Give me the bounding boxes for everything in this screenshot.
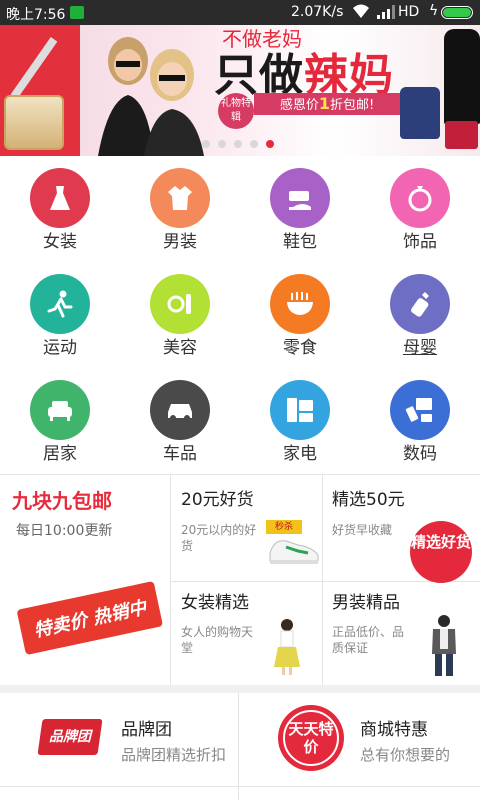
category-label: 运动 bbox=[43, 338, 77, 358]
category-shoes-bags[interactable]: 鞋包 bbox=[240, 156, 360, 262]
tile-title: 男装精品 bbox=[332, 593, 400, 613]
hd-indicator: HD bbox=[398, 4, 420, 20]
carousel-dot[interactable] bbox=[202, 140, 210, 148]
selected-goods-seal: 精选好货 bbox=[410, 521, 472, 583]
signal-icon bbox=[377, 5, 395, 19]
shirt-icon bbox=[150, 168, 210, 228]
daily-special-seal: 天天特价 bbox=[278, 705, 344, 771]
carousel-dot[interactable] bbox=[250, 140, 258, 148]
charging-icon: ϟ bbox=[429, 3, 439, 19]
tile-subtitle: 正品低价、品质保证 bbox=[332, 625, 405, 655]
category-label: 女装 bbox=[43, 232, 77, 252]
dress-icon bbox=[30, 168, 90, 228]
digital-icon bbox=[390, 380, 450, 440]
brand-group-title: 品牌团 bbox=[121, 720, 172, 740]
brand-group-subtitle: 品牌团精选折扣 bbox=[121, 746, 227, 764]
brand-group-card[interactable]: 品牌团 品牌团精选折扣 bbox=[0, 693, 238, 800]
heater-image bbox=[4, 95, 64, 150]
promo-prefix: 感恩价 bbox=[279, 98, 319, 113]
category-label: 居家 bbox=[43, 444, 77, 464]
baby-bottle-icon bbox=[390, 274, 450, 334]
mall-deals-title: 商城特惠 bbox=[360, 720, 428, 740]
carousel-dot[interactable] bbox=[218, 140, 226, 148]
accessory-icon bbox=[390, 168, 450, 228]
network-speed: 2.07K/s bbox=[291, 4, 344, 20]
runner-icon bbox=[30, 274, 90, 334]
man-model-image bbox=[432, 615, 456, 676]
tile-title: 精选50元 bbox=[332, 490, 405, 510]
tile-title: 女装精选 bbox=[181, 593, 249, 613]
wifi-icon bbox=[353, 4, 369, 18]
category-label: 车品 bbox=[163, 444, 197, 464]
carousel-dot[interactable] bbox=[234, 140, 242, 148]
category-womens[interactable]: 女装 bbox=[0, 156, 120, 262]
category-baby[interactable]: 母婴 bbox=[360, 262, 480, 368]
category-label: 鞋包 bbox=[283, 232, 317, 252]
category-label: 零食 bbox=[283, 338, 317, 358]
category-label: 饰品 bbox=[403, 232, 437, 252]
appliance-icon bbox=[270, 380, 330, 440]
category-digital[interactable]: 数码 bbox=[360, 368, 480, 474]
category-snacks[interactable]: 零食 bbox=[240, 262, 360, 368]
status-time: 晚上7:56 bbox=[6, 7, 66, 23]
gift-tag: 礼物特辑 bbox=[218, 93, 254, 129]
lock-icon bbox=[70, 6, 84, 19]
category-label: 美容 bbox=[163, 338, 197, 358]
tile-subtitle: 20元以内的好货 bbox=[181, 523, 257, 553]
promo-suffix: 折包邮! bbox=[329, 98, 375, 113]
woman-model-image bbox=[274, 619, 300, 675]
dress-image bbox=[444, 29, 480, 124]
battery-icon bbox=[441, 6, 473, 19]
category-label: 数码 bbox=[403, 444, 437, 464]
tile-title: 20元好货 bbox=[181, 490, 254, 510]
snack-bowl-icon bbox=[270, 274, 330, 334]
category-grid: 女装 男装 鞋包 饰品 运动 美容 零食 母婴 居家 车品 家电 数码 bbox=[0, 156, 480, 474]
category-label: 男装 bbox=[163, 232, 197, 252]
tile-subtitle: 女人的购物天堂 bbox=[181, 625, 254, 655]
category-mens[interactable]: 男装 bbox=[120, 156, 240, 262]
promo-main-subtitle: 每日10:00更新 bbox=[16, 523, 113, 539]
mall-deals-card[interactable]: 商城特惠 总有你想要的 bbox=[239, 693, 480, 800]
brand-group-logo: 品牌团 bbox=[37, 715, 103, 759]
car-icon bbox=[150, 380, 210, 440]
sneaker-image bbox=[269, 540, 319, 564]
carousel-indicators bbox=[202, 140, 274, 148]
category-appliances[interactable]: 家电 bbox=[240, 368, 360, 474]
section-gap bbox=[0, 685, 480, 693]
brand-logo-text: 品牌团 bbox=[49, 729, 91, 745]
category-accessories[interactable]: 饰品 bbox=[360, 156, 480, 262]
category-label: 母婴 bbox=[403, 338, 437, 358]
category-beauty[interactable]: 美容 bbox=[120, 262, 240, 368]
mall-deals-subtitle: 总有你想要的 bbox=[360, 746, 451, 764]
status-bar: 晚上7:56 2.07K/s HD ϟ bbox=[0, 0, 480, 25]
category-sports[interactable]: 运动 bbox=[0, 262, 120, 368]
category-home[interactable]: 居家 bbox=[0, 368, 120, 474]
category-auto[interactable]: 车品 bbox=[120, 368, 240, 474]
cosmetics-icon bbox=[150, 274, 210, 334]
promo-main-title: 九块九包邮 bbox=[12, 489, 112, 513]
category-label: 家电 bbox=[283, 444, 317, 464]
models-image bbox=[98, 37, 204, 156]
shoe-bag-icon bbox=[270, 168, 330, 228]
carousel-dot-active[interactable] bbox=[266, 140, 274, 148]
promo-number: 1 bbox=[318, 94, 330, 113]
promo-banner[interactable]: 不做老妈 只做辣妈 礼物特辑 感恩价1折包邮! bbox=[0, 25, 480, 156]
cosmetics-image bbox=[445, 121, 478, 149]
handbag-image bbox=[400, 87, 440, 139]
daily-special-text: 天天特价 bbox=[283, 710, 339, 766]
promo-ribbon: 感恩价1折包邮! bbox=[254, 93, 400, 115]
sofa-icon bbox=[30, 380, 90, 440]
divider bbox=[0, 786, 480, 787]
